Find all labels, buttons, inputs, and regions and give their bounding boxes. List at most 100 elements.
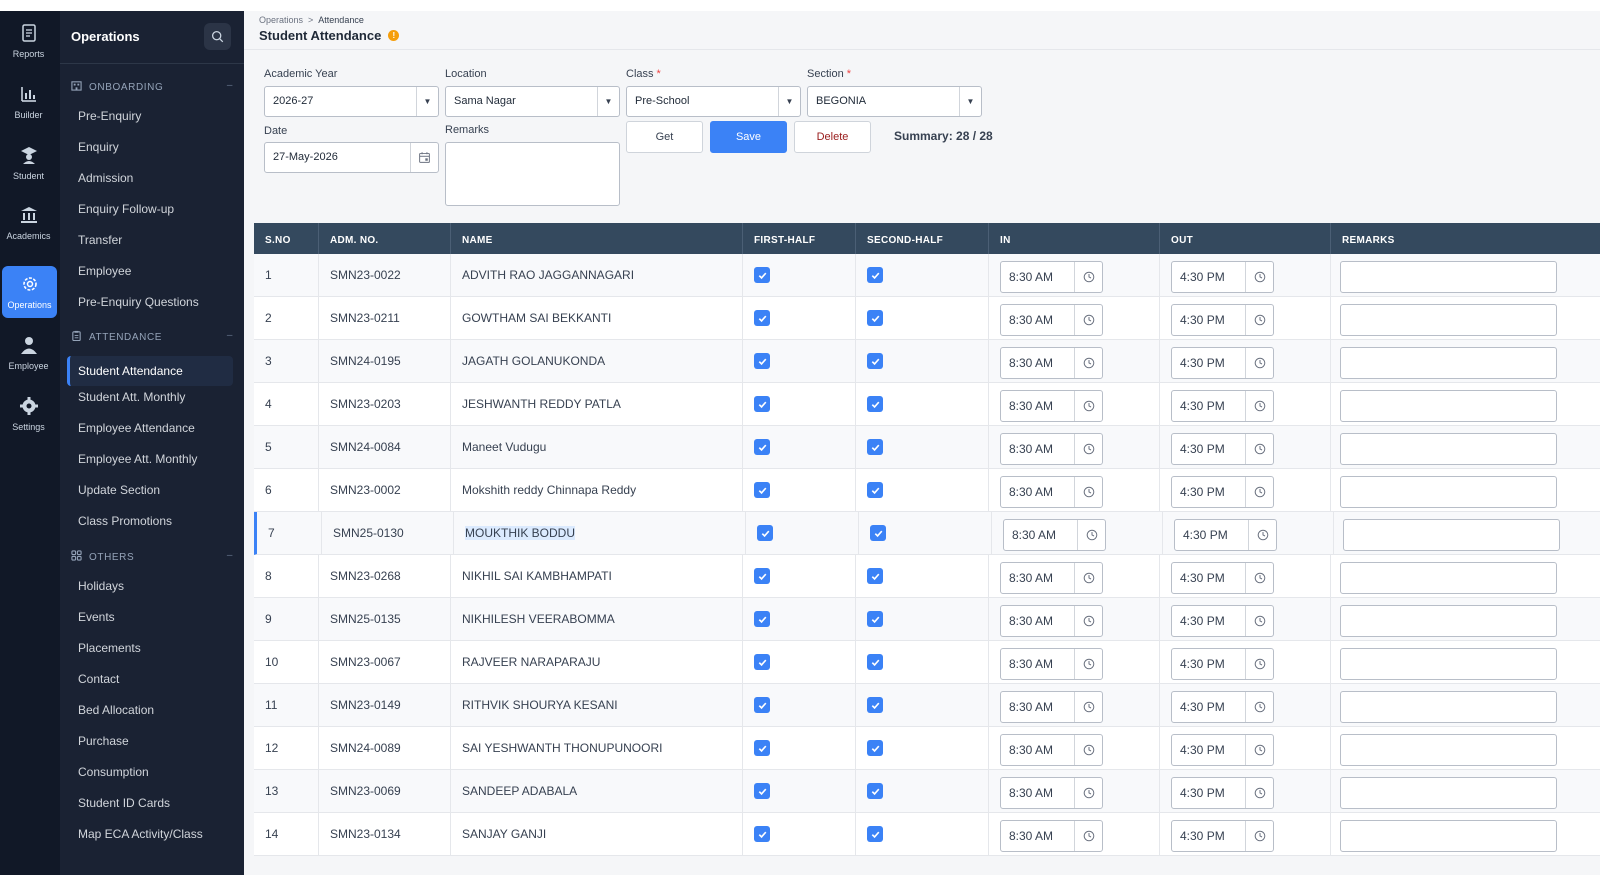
nav-item-pre-enquiry[interactable]: Pre-Enquiry bbox=[78, 109, 141, 123]
second-half-checkbox[interactable] bbox=[867, 439, 883, 455]
first-half-checkbox[interactable] bbox=[754, 482, 770, 498]
first-half-checkbox[interactable] bbox=[754, 353, 770, 369]
first-half-checkbox[interactable] bbox=[754, 740, 770, 756]
collapse-icon[interactable]: – bbox=[227, 550, 233, 561]
nav-search-button[interactable] bbox=[204, 23, 231, 50]
in-time-input[interactable]: 8:30 AM bbox=[1000, 476, 1103, 508]
second-half-checkbox[interactable] bbox=[867, 353, 883, 369]
clock-icon[interactable] bbox=[1074, 563, 1102, 593]
table-row[interactable]: 12 SMN24-0089 SAI YESHWANTH THONUPUNOORI 8:… bbox=[254, 727, 1600, 770]
in-time-input[interactable]: 8:30 AM bbox=[1000, 820, 1103, 852]
out-time-input[interactable]: 4:30 PM bbox=[1171, 390, 1274, 422]
clock-icon[interactable] bbox=[1074, 477, 1102, 507]
table-row[interactable]: 4 SMN23-0203 JESHWANTH REDDY PATLA 8:30 AM 4… bbox=[254, 383, 1600, 426]
breadcrumb-parent[interactable]: Operations bbox=[259, 15, 303, 25]
first-half-checkbox[interactable] bbox=[754, 267, 770, 283]
table-row[interactable]: 7 SMN25-0130 MOUKTHIK BODDU 8:30 AM 4:30 PM bbox=[254, 512, 1600, 555]
in-time-input[interactable]: 8:30 AM bbox=[1000, 433, 1103, 465]
class-select[interactable]: Pre-School ▼ bbox=[626, 86, 801, 117]
out-time-input[interactable]: 4:30 PM bbox=[1171, 433, 1274, 465]
nav-item-enquiry[interactable]: Enquiry bbox=[78, 140, 119, 154]
nav-item-contact[interactable]: Contact bbox=[78, 672, 119, 686]
nav-item-pre-enquiry-questions[interactable]: Pre-Enquiry Questions bbox=[78, 295, 199, 309]
clock-icon[interactable] bbox=[1245, 692, 1273, 722]
second-half-checkbox[interactable] bbox=[867, 267, 883, 283]
out-time-input[interactable]: 4:30 PM bbox=[1171, 476, 1274, 508]
nav-item-events[interactable]: Events bbox=[78, 610, 115, 624]
table-row[interactable]: 9 SMN25-0135 NIKHILESH VEERABOMMA 8:30 AM 4:… bbox=[254, 598, 1600, 641]
nav-item-transfer[interactable]: Transfer bbox=[78, 233, 122, 247]
clock-icon[interactable] bbox=[1245, 305, 1273, 335]
clock-icon[interactable] bbox=[1074, 434, 1102, 464]
out-time-input[interactable]: 4:30 PM bbox=[1171, 347, 1274, 379]
in-time-input[interactable]: 8:30 AM bbox=[1000, 261, 1103, 293]
clock-icon[interactable] bbox=[1245, 735, 1273, 765]
clock-icon[interactable] bbox=[1245, 649, 1273, 679]
nav-item-holidays[interactable]: Holidays bbox=[78, 579, 124, 593]
row-remarks-input[interactable] bbox=[1340, 562, 1557, 594]
first-half-checkbox[interactable] bbox=[754, 310, 770, 326]
second-half-checkbox[interactable] bbox=[867, 740, 883, 756]
second-half-checkbox[interactable] bbox=[867, 783, 883, 799]
academic-year-select[interactable]: 2026-27 ▼ bbox=[264, 86, 439, 117]
get-button[interactable]: Get bbox=[626, 121, 703, 153]
clock-icon[interactable] bbox=[1074, 692, 1102, 722]
in-time-input[interactable]: 8:30 AM bbox=[1000, 605, 1103, 637]
second-half-checkbox[interactable] bbox=[867, 697, 883, 713]
in-time-input[interactable]: 8:30 AM bbox=[1000, 648, 1103, 680]
nav-item-update-section[interactable]: Update Section bbox=[78, 483, 160, 497]
row-remarks-input[interactable] bbox=[1343, 519, 1560, 551]
clock-icon[interactable] bbox=[1245, 434, 1273, 464]
save-button[interactable]: Save bbox=[710, 121, 787, 153]
table-row[interactable]: 3 SMN24-0195 JAGATH GOLANUKONDA 8:30 AM 4:30… bbox=[254, 340, 1600, 383]
first-half-checkbox[interactable] bbox=[754, 439, 770, 455]
nav-item-student-attendance[interactable]: Student Attendance bbox=[67, 356, 233, 386]
row-remarks-input[interactable] bbox=[1340, 777, 1557, 809]
out-time-input[interactable]: 4:30 PM bbox=[1171, 691, 1274, 723]
clock-icon[interactable] bbox=[1074, 821, 1102, 851]
row-remarks-input[interactable] bbox=[1340, 390, 1557, 422]
in-time-input[interactable]: 8:30 AM bbox=[1000, 390, 1103, 422]
nav-item-class-promotions[interactable]: Class Promotions bbox=[78, 514, 172, 528]
nav-item-student-id-cards[interactable]: Student ID Cards bbox=[78, 796, 170, 810]
in-time-input[interactable]: 8:30 AM bbox=[1000, 347, 1103, 379]
first-half-checkbox[interactable] bbox=[754, 396, 770, 412]
row-remarks-input[interactable] bbox=[1340, 261, 1557, 293]
row-remarks-input[interactable] bbox=[1340, 433, 1557, 465]
clock-icon[interactable] bbox=[1074, 649, 1102, 679]
row-remarks-input[interactable] bbox=[1340, 648, 1557, 680]
nav-item-placements[interactable]: Placements bbox=[78, 641, 141, 655]
clock-icon[interactable] bbox=[1245, 821, 1273, 851]
clock-icon[interactable] bbox=[1245, 563, 1273, 593]
second-half-checkbox[interactable] bbox=[867, 482, 883, 498]
rail-item-student[interactable]: Student bbox=[0, 137, 57, 189]
clock-icon[interactable] bbox=[1074, 391, 1102, 421]
out-time-input[interactable]: 4:30 PM bbox=[1171, 777, 1274, 809]
clock-icon[interactable] bbox=[1074, 305, 1102, 335]
table-row[interactable]: 14 SMN23-0134 SANJAY GANJI 8:30 AM 4:30 PM bbox=[254, 813, 1600, 856]
date-input[interactable]: 27-May-2026 bbox=[264, 142, 439, 173]
second-half-checkbox[interactable] bbox=[867, 568, 883, 584]
table-row[interactable]: 13 SMN23-0069 SANDEEP ADABALA 8:30 AM 4:30 P… bbox=[254, 770, 1600, 813]
collapse-icon[interactable]: – bbox=[227, 330, 233, 341]
clock-icon[interactable] bbox=[1248, 520, 1276, 550]
first-half-checkbox[interactable] bbox=[754, 697, 770, 713]
second-half-checkbox[interactable] bbox=[870, 525, 886, 541]
table-row[interactable]: 1 SMN23-0022 ADVITH RAO JAGGANNAGARI 8:30 A… bbox=[254, 254, 1600, 297]
in-time-input[interactable]: 8:30 AM bbox=[1000, 691, 1103, 723]
row-remarks-input[interactable] bbox=[1340, 347, 1557, 379]
first-half-checkbox[interactable] bbox=[754, 654, 770, 670]
in-time-input[interactable]: 8:30 AM bbox=[1000, 734, 1103, 766]
row-remarks-input[interactable] bbox=[1340, 605, 1557, 637]
nav-item-consumption[interactable]: Consumption bbox=[78, 765, 149, 779]
in-time-input[interactable]: 8:30 AM bbox=[1003, 519, 1106, 551]
first-half-checkbox[interactable] bbox=[754, 568, 770, 584]
nav-item-purchase[interactable]: Purchase bbox=[78, 734, 129, 748]
clock-icon[interactable] bbox=[1074, 606, 1102, 636]
nav-item-student-att-monthly[interactable]: Student Att. Monthly bbox=[78, 390, 185, 404]
row-remarks-input[interactable] bbox=[1340, 304, 1557, 336]
out-time-input[interactable]: 4:30 PM bbox=[1171, 261, 1274, 293]
second-half-checkbox[interactable] bbox=[867, 310, 883, 326]
clock-icon[interactable] bbox=[1074, 778, 1102, 808]
rail-item-builder[interactable]: Builder bbox=[0, 76, 57, 128]
